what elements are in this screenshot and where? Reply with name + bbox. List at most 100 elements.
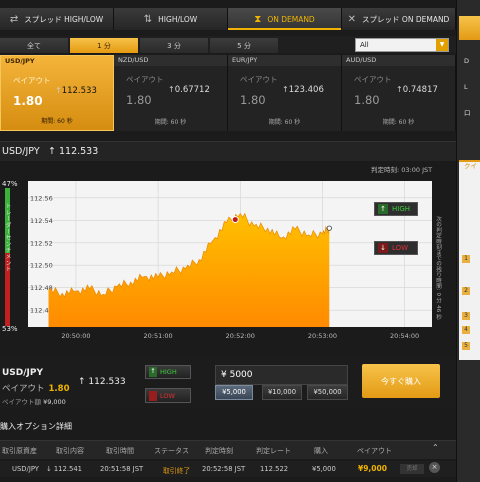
amount-chip-50000[interactable]: ¥50,000 xyxy=(307,385,348,400)
card-payout-label: ペイアウト xyxy=(240,75,278,84)
amount-chip-10000[interactable]: ¥10,000 xyxy=(262,385,302,400)
price-chart: 112.46 112.48 112.50 112.52 112.54 112.56 20:5… xyxy=(0,175,456,345)
card-rate: ↑112.533 xyxy=(55,86,97,96)
asset-card-audusd[interactable]: AUD/USD ペイアウト 1.80 ↑0.74817 期間: 60 秒 xyxy=(342,55,456,131)
chart-rate: ↑ 112.533 xyxy=(48,146,99,157)
duration-5min[interactable]: 5 分 xyxy=(210,38,278,53)
col-status: ステータス xyxy=(154,447,189,455)
card-pair: NZD/USD xyxy=(114,55,227,66)
chart-high-button[interactable]: ↑ HIGH xyxy=(374,202,418,216)
asset-card-nzdusd[interactable]: NZD/USD ペイアウト 1.80 ↑0.67712 期間: 60 秒 xyxy=(114,55,228,131)
card-payout: 1.80 xyxy=(240,93,266,107)
y-tick-label: 112.50 xyxy=(30,262,53,270)
price-chart-svg: 112.46112.48112.50112.52112.54112.5620:5… xyxy=(28,181,432,340)
tab-spread-highlow[interactable]: ⇄ スプレッド HIGH/LOW xyxy=(0,8,114,30)
history-title: 購入オプション詳細 xyxy=(0,422,72,431)
asset-card-eurjpy[interactable]: EUR/JPY ペイアウト 1.80 ↑123.406 期間: 60 秒 xyxy=(228,55,342,131)
duration-1min[interactable]: 1 分 xyxy=(70,38,138,53)
tab-spread-on-demand[interactable]: ✕ スプレッド ON DEMAND xyxy=(342,8,456,30)
collapse-history-icon[interactable]: ⌃ xyxy=(432,443,439,452)
card-pair: EUR/JPY xyxy=(228,55,341,66)
duration-all[interactable]: 全て xyxy=(0,38,68,53)
sidebar-gold-tab[interactable] xyxy=(459,16,480,40)
order-payout: ペイアウト 1.80 xyxy=(2,384,70,394)
down-arrow-icon: ↓ xyxy=(378,243,388,253)
up-down-arrows-icon: ⇅ xyxy=(143,13,153,25)
order-rate: ↑ 112.533 xyxy=(78,377,126,387)
sidebar-step-2: 2 xyxy=(462,287,470,295)
order-max-payout: ペイアウト額 ¥9,000 xyxy=(2,398,66,406)
card-period: 期間: 60 秒 xyxy=(41,118,73,125)
col-judge-rate: 判定レート xyxy=(256,447,291,455)
sidebar-step-5: 5 xyxy=(462,342,470,350)
close-icon[interactable]: × xyxy=(429,462,440,473)
x-tick-label: 20:54:00 xyxy=(390,332,419,340)
x-tick-label: 20:50:00 xyxy=(61,332,90,340)
cross-icon: ✕ xyxy=(347,13,357,25)
order-pair: USD/JPY xyxy=(2,368,44,378)
card-payout-label: ペイアウト xyxy=(354,75,392,84)
sell-button[interactable]: 売却 xyxy=(400,464,424,474)
sentiment-low-pct: 53% xyxy=(2,325,18,333)
cell-trade-time: 20:51:58 JST xyxy=(100,465,144,473)
chart-header: USD/JPY ↑ 112.533 xyxy=(0,141,456,161)
sidebar-item-l[interactable]: L xyxy=(464,83,468,91)
cell-judge-time: 20:52:58 JST xyxy=(202,465,246,473)
current-price-point xyxy=(326,225,332,231)
chevron-down-icon: ▼ xyxy=(436,39,448,51)
card-payout: 1.80 xyxy=(354,93,380,107)
cell-asset: USD/JPY xyxy=(12,465,39,473)
up-arrow-icon: ↑ xyxy=(282,85,289,94)
cell-status: 取引終了 xyxy=(163,467,191,475)
card-payout-label: ペイアウト xyxy=(126,75,164,84)
card-rate: ↑0.67712 xyxy=(168,85,210,95)
card-payout-label: ペイアウト xyxy=(13,76,51,85)
chart-low-button[interactable]: ↓ LOW xyxy=(374,241,418,255)
up-arrow-icon: ↑ xyxy=(396,85,403,94)
col-content: 取引内容 xyxy=(56,447,84,455)
card-rate: ↑0.74817 xyxy=(396,85,438,95)
hourglass-icon: ⧗ xyxy=(254,13,262,25)
cell-content: ↓ 112.541 xyxy=(46,465,82,473)
sidebar-step-3: 3 xyxy=(462,312,470,320)
duration-filter-bar: 全て 1 分 3 分 5 分 All ▼ xyxy=(0,36,456,53)
sidebar-item-d[interactable]: D xyxy=(464,57,469,65)
order-high-button[interactable]: HIGH xyxy=(145,365,191,379)
col-trade-time: 取引時間 xyxy=(106,447,134,455)
table-row: USD/JPY ↓ 112.541 20:51:58 JST 取引終了 20:5… xyxy=(0,461,456,477)
y-tick-label: 112.54 xyxy=(30,217,53,225)
sidebar-step-1: 1 xyxy=(462,255,470,263)
col-judge-time: 判定時刻 xyxy=(205,447,233,455)
up-arrow-icon: ↑ xyxy=(55,86,62,95)
amount-input[interactable]: ¥ 5000 xyxy=(215,365,348,385)
sentiment-high-pct: 47% xyxy=(2,180,18,188)
x-tick-label: 20:53:00 xyxy=(308,332,337,340)
entry-marker xyxy=(231,216,239,224)
cell-judge-rate: 112.522 xyxy=(260,465,289,473)
tab-on-demand[interactable]: ⧗ ON DEMAND xyxy=(228,8,342,30)
buy-now-button[interactable]: 今すぐ購入 xyxy=(362,364,440,398)
asset-cards: USD/JPY ペイアウト 1.80 ↑112.533 期間: 60 秒 NZD… xyxy=(0,55,456,131)
card-rate: ↑123.406 xyxy=(282,85,324,95)
col-purchase: 購入 xyxy=(314,447,328,455)
sidebar-item-kuchi[interactable]: 口 xyxy=(464,107,471,117)
card-payout: 1.80 xyxy=(126,93,152,107)
card-pair: USD/JPY xyxy=(5,57,35,65)
y-tick-label: 112.52 xyxy=(30,239,53,247)
asset-filter-select[interactable]: All ▼ xyxy=(355,38,449,52)
sidebar-panel-title: クイ xyxy=(464,162,477,170)
tab-highlow[interactable]: ⇅ HIGH/LOW xyxy=(114,8,228,30)
card-period: 期間: 60 秒 xyxy=(154,119,187,126)
asset-card-usdjpy[interactable]: USD/JPY ペイアウト 1.80 ↑112.533 期間: 60 秒 xyxy=(0,55,114,131)
order-low-button[interactable]: LOW xyxy=(145,388,191,403)
up-arrow-icon: ↑ xyxy=(168,85,175,94)
y-tick-label: 112.56 xyxy=(30,194,53,202)
card-payout: 1.80 xyxy=(13,94,43,108)
product-tabs: ⇄ スプレッド HIGH/LOW ⇅ HIGH/LOW ⧗ ON DEMAND ✕ スプ… xyxy=(0,8,456,30)
amount-chip-5000[interactable]: ¥5,000 xyxy=(215,385,253,400)
trading-app: { "top_tabs": [ {"label": "スプレッド HIGH/LO… xyxy=(0,0,480,482)
up-arrow-icon: ↑ xyxy=(378,204,388,214)
duration-3min[interactable]: 3 分 xyxy=(140,38,208,53)
sidebar-step-4: 4 xyxy=(462,326,470,334)
remaining-time-note: 次の判定時刻までの残り時間: 0 分 46 秒 xyxy=(435,216,441,320)
